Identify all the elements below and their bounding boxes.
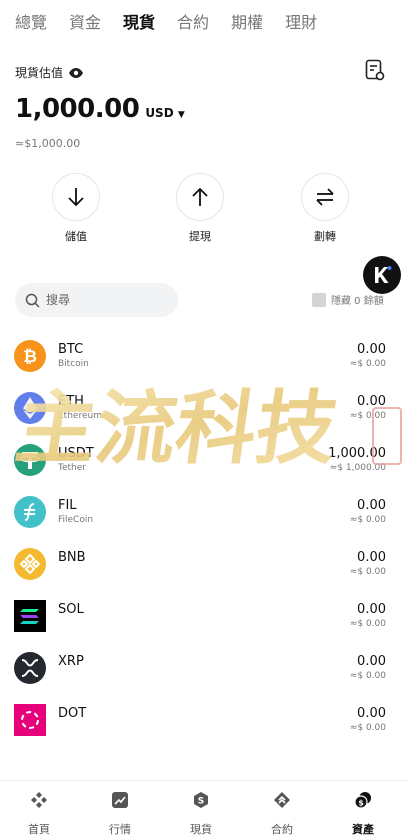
asset-fiat-value: ≈$ 0.00	[349, 567, 386, 577]
list-item[interactable]: DOT 0.00 ≈$ 0.00	[0, 698, 408, 750]
eth-icon	[14, 392, 46, 424]
list-item[interactable]: BNB 0.00 ≈$ 0.00	[0, 542, 408, 594]
list-item[interactable]: ₿ BTC Bitcoin 0.00 ≈$ 0.00	[0, 334, 408, 386]
nav-assets-label: 資產	[352, 823, 374, 836]
transfer-label: 劃轉	[314, 230, 336, 243]
asset-fiat-value: ≈$ 0.00	[349, 723, 386, 733]
asset-amount: 0.00	[357, 394, 386, 409]
asset-amount: 0.00	[357, 550, 386, 565]
asset-symbol: USDT	[58, 446, 94, 461]
asset-amount: 0.00	[357, 602, 386, 617]
spot-estimate-header: 現貨估值	[15, 64, 84, 81]
svg-text:S: S	[198, 797, 204, 807]
sol-icon	[14, 600, 46, 632]
tab-spot[interactable]: 現貨	[123, 12, 155, 34]
asset-name: Ethereum	[58, 411, 102, 421]
nav-contract-label: 合約	[271, 823, 293, 836]
btc-icon: ₿	[14, 340, 46, 372]
bottom-nav: 首頁 行情 S 現貨 合約 $ 資產	[0, 780, 408, 836]
search-input[interactable]	[46, 293, 156, 307]
withdraw-label: 提現	[189, 230, 211, 243]
arrow-up-icon	[192, 187, 208, 206]
nav-market-label: 行情	[109, 823, 131, 836]
nav-home-label: 首頁	[28, 823, 50, 836]
asset-name: Tether	[58, 463, 86, 473]
asset-amount: 0.00	[357, 654, 386, 669]
list-item[interactable]: ETH Ethereum 0.00 ≈$ 0.00	[0, 386, 408, 438]
asset-symbol: DOT	[58, 706, 87, 721]
record-icon[interactable]	[365, 59, 385, 81]
hide-zero-toggle[interactable]: 隱藏 0 餘額	[312, 292, 384, 307]
deposit-button[interactable]: 儲值	[36, 173, 116, 244]
caret-down-icon: ▼	[177, 110, 185, 120]
tab-earn[interactable]: 理財	[285, 12, 317, 34]
hide-zero-label: 隱藏 0 餘額	[331, 296, 384, 307]
asset-fiat-value: ≈$ 0.00	[349, 359, 386, 369]
xrp-icon	[14, 652, 46, 684]
asset-amount: 0.00	[357, 342, 386, 357]
contract-icon	[274, 792, 290, 808]
nav-spot-label: 現貨	[190, 823, 212, 836]
nav-contract[interactable]: 合約	[252, 791, 312, 836]
nav-market[interactable]: 行情	[90, 791, 150, 836]
asset-symbol: BNB	[58, 550, 86, 565]
asset-name: FileCoin	[58, 515, 94, 525]
asset-fiat-value: ≈$ 0.00	[349, 671, 386, 681]
spot-icon: S	[194, 792, 208, 808]
asset-symbol: FIL	[58, 498, 77, 513]
balance-approx: ≈$1,000.00	[15, 137, 81, 150]
balance: 1,000.00 USD ▼	[15, 94, 185, 124]
asset-amount: 0.00	[357, 706, 386, 721]
asset-fiat-value: ≈$ 0.00	[349, 515, 386, 525]
transfer-icon	[316, 188, 334, 206]
nav-spot[interactable]: S 現貨	[171, 791, 231, 836]
asset-name: Bitcoin	[58, 359, 89, 369]
list-item[interactable]: XRP 0.00 ≈$ 0.00	[0, 646, 408, 698]
svg-text:$: $	[358, 799, 364, 808]
account-tabs: 總覽 資金 現貨 合約 期權 理財	[15, 12, 339, 34]
balance-value: 1,000.00	[15, 94, 140, 124]
currency-label: USD	[145, 106, 174, 120]
asset-symbol: XRP	[58, 654, 84, 669]
asset-fiat-value: ≈$ 1,000.00	[329, 463, 386, 473]
tab-overview[interactable]: 總覽	[15, 12, 47, 34]
hide-zero-checkbox[interactable]	[312, 292, 326, 307]
currency-selector[interactable]: USD ▼	[145, 106, 184, 120]
asset-fiat-value: ≈$ 0.00	[349, 411, 386, 421]
assets-icon: $	[354, 792, 371, 809]
list-item[interactable]: USDT Tether 1,000.00 ≈$ 1,000.00	[0, 438, 408, 490]
floating-assistant-button[interactable]	[363, 256, 401, 294]
list-item[interactable]: FIL FileCoin 0.00 ≈$ 0.00	[0, 490, 408, 542]
asset-fiat-value: ≈$ 0.00	[349, 619, 386, 629]
arrow-down-icon	[68, 188, 84, 207]
withdraw-button[interactable]: 提現	[160, 173, 240, 244]
dot-icon	[14, 704, 46, 736]
spot-estimate-label: 現貨估值	[15, 66, 64, 80]
asset-amount: 0.00	[357, 498, 386, 513]
search-icon	[25, 293, 40, 308]
asset-symbol: SOL	[58, 602, 84, 617]
asset-symbol: BTC	[58, 342, 84, 357]
fil-icon	[14, 496, 46, 528]
tab-funding[interactable]: 資金	[69, 12, 101, 34]
transfer-button[interactable]: 劃轉	[285, 173, 365, 244]
market-icon	[112, 792, 128, 808]
asset-search	[15, 283, 178, 317]
tab-options[interactable]: 期權	[231, 12, 263, 34]
asset-symbol: ETH	[58, 394, 84, 409]
nav-assets[interactable]: $ 資產	[333, 791, 393, 836]
asset-amount: 1,000.00	[328, 446, 386, 461]
svg-text:₿: ₿	[23, 347, 37, 367]
nav-home[interactable]: 首頁	[9, 791, 69, 836]
list-item[interactable]: SOL 0.00 ≈$ 0.00	[0, 594, 408, 646]
deposit-label: 儲值	[65, 230, 87, 243]
bnb-icon	[14, 548, 46, 580]
tab-futures[interactable]: 合約	[177, 12, 209, 34]
eye-icon[interactable]	[69, 67, 84, 78]
usdt-icon	[14, 444, 46, 476]
k-logo-icon	[375, 266, 392, 283]
home-icon	[31, 792, 47, 808]
asset-list: ₿ BTC Bitcoin 0.00 ≈$ 0.00 ETH Ethereum …	[0, 334, 408, 750]
